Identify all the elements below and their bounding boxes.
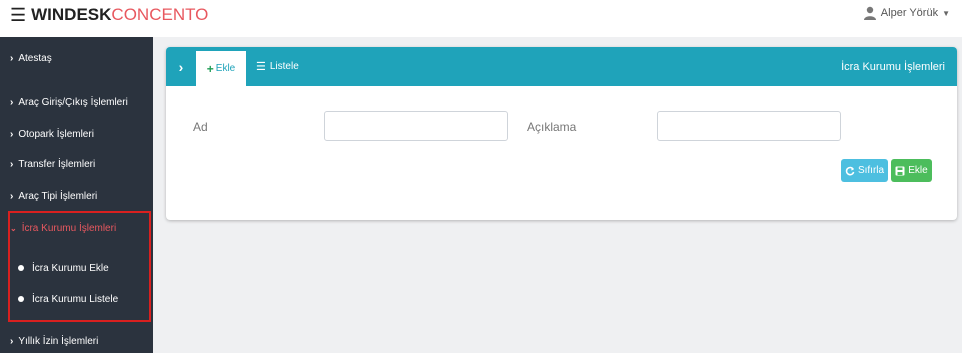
panel-toggle-chevron-icon[interactable]: ›	[166, 47, 196, 86]
sidebar-item-label: Otopark İşlemleri	[18, 128, 94, 140]
sidebar-item-label: Yıllık İzin İşlemleri	[18, 335, 99, 347]
sidebar: › Atestaş › Araç Giriş/Çıkış İşlemleri ›…	[0, 37, 153, 353]
tab-listele-label: Listele	[269, 61, 299, 72]
chevron-right-icon: ›	[10, 190, 14, 202]
sidebar-item-atestas[interactable]: › Atestaş	[0, 43, 153, 73]
panel-header: › + Ekle ☰ Listele İcra Kurumu İşlemleri	[166, 47, 957, 86]
list-icon: ☰	[256, 61, 266, 73]
content-panel: › + Ekle ☰ Listele İcra Kurumu İşlemleri…	[166, 47, 957, 220]
save-icon	[895, 166, 905, 175]
ad-input[interactable]	[324, 111, 508, 141]
sidebar-item-arac-giris-cikis[interactable]: › Araç Giriş/Çıkış İşlemleri	[0, 87, 153, 117]
panel-title: İcra Kurumu İşlemleri	[841, 60, 945, 73]
user-icon	[863, 6, 876, 20]
user-name: Alper Yörük	[880, 7, 939, 19]
sidebar-item-label: Transfer İşlemleri	[18, 158, 96, 170]
refresh-icon	[845, 166, 855, 175]
tab-listele[interactable]: ☰ Listele	[256, 47, 299, 86]
sidebar-item-transfer[interactable]: › Transfer İşlemleri	[0, 149, 153, 179]
reset-button[interactable]: Sıfırla	[841, 159, 888, 182]
chevron-right-icon: ›	[10, 128, 14, 140]
sidebar-item-arac-tipi[interactable]: › Araç Tipi İşlemleri	[0, 181, 153, 211]
tab-ekle-label: Ekle	[215, 63, 236, 74]
sidebar-item-yillik-izin[interactable]: › Yıllık İzin İşlemleri	[0, 326, 153, 353]
brand-name-light: CONCENTO	[111, 5, 209, 24]
brand-name-bold: WINDESK	[31, 5, 112, 24]
reset-button-label: Sıfırla	[857, 165, 885, 176]
sidebar-item-label: Atestaş	[18, 52, 52, 64]
sidebar-item-label: Araç Giriş/Çıkış İşlemleri	[18, 96, 128, 108]
chevron-right-icon: ›	[10, 96, 14, 108]
tab-ekle[interactable]: + Ekle	[196, 51, 246, 86]
caret-down-icon: ▼	[942, 8, 950, 18]
aciklama-label: Açıklama	[527, 120, 577, 134]
plus-icon: +	[206, 61, 214, 76]
hamburger-menu-icon[interactable]: ☰	[10, 5, 26, 25]
highlight-box	[8, 211, 151, 322]
chevron-right-icon: ›	[10, 335, 14, 347]
chevron-right-icon: ›	[10, 158, 14, 170]
user-menu[interactable]: Alper Yörük ▼	[863, 6, 950, 20]
aciklama-input[interactable]	[657, 111, 841, 141]
chevron-right-icon: ›	[10, 52, 14, 64]
brand[interactable]: ☰ WINDESKCONCENTO	[10, 5, 208, 25]
sidebar-item-otopark[interactable]: › Otopark İşlemleri	[0, 119, 153, 149]
sidebar-item-label: Araç Tipi İşlemleri	[18, 190, 98, 202]
top-bar: ☰ WINDESKCONCENTO Alper Yörük ▼	[0, 0, 962, 37]
add-button-label: Ekle	[908, 165, 928, 176]
ad-label: Ad	[193, 120, 208, 134]
add-button[interactable]: Ekle	[891, 159, 932, 182]
